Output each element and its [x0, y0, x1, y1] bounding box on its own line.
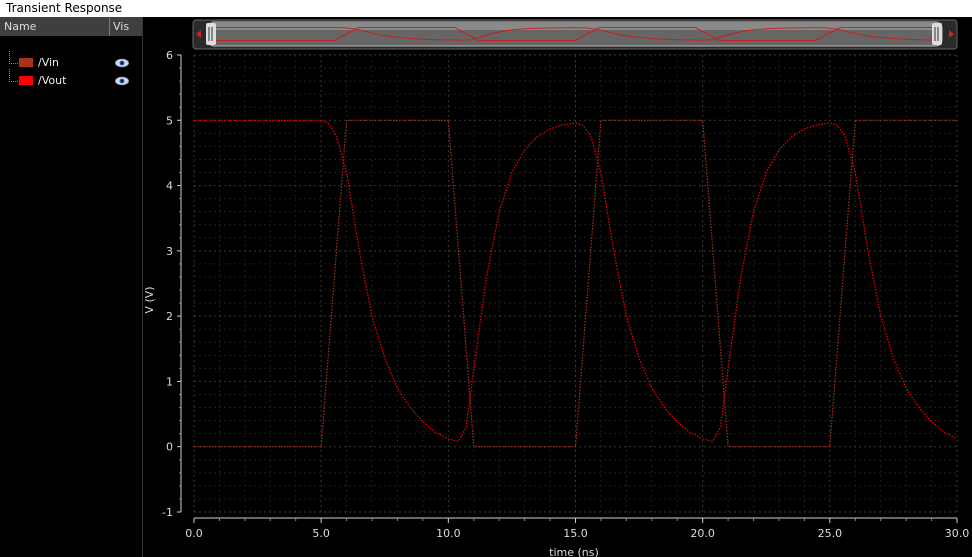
tree-connector [9, 51, 18, 64]
legend-item-label: /Vout [38, 74, 67, 87]
x-tick-label: 5.0 [312, 527, 330, 540]
legend-item-vout[interactable]: /Vout [0, 69, 142, 89]
y-tick-label: -1 [162, 506, 173, 519]
legend-name-column-header[interactable]: Name [4, 20, 36, 33]
legend-header: Name Vis [0, 17, 142, 36]
y-tick-label: 5 [166, 114, 173, 127]
navigator-left-handle[interactable] [206, 23, 216, 45]
x-axis-label: time (ns) [549, 546, 599, 557]
legend-panel: Name Vis /Vin /Vout [0, 17, 143, 557]
x-tick-label: 10.0 [436, 527, 461, 540]
eye-icon[interactable] [115, 76, 129, 86]
series-line-vin[interactable] [194, 119, 957, 448]
plot-axes: -1 0 1 2 3 4 5 6 0.0 5.0 10.0 15.0 20.0 25.0 30.0 [162, 49, 969, 540]
vout-color-swatch [19, 76, 33, 85]
window-title: Transient Response [0, 0, 972, 17]
y-tick-label: 4 [166, 180, 173, 193]
legend-vis-column-header[interactable]: Vis [109, 17, 129, 36]
x-tick-label: 15.0 [563, 527, 588, 540]
eye-icon[interactable] [115, 58, 129, 68]
plot-series [194, 119, 958, 448]
y-axis-label: V (V) [144, 286, 156, 313]
vin-color-swatch [19, 58, 33, 67]
x-tick-label: 25.0 [818, 527, 843, 540]
y-tick-label: 1 [166, 375, 173, 388]
y-tick-label: 0 [166, 441, 173, 454]
legend-item-label: /Vin [38, 56, 60, 69]
x-tick-label: 30.0 [945, 527, 970, 540]
tree-connector [9, 69, 18, 82]
y-tick-label: 3 [166, 245, 173, 258]
x-tick-label: 0.0 [185, 527, 203, 540]
overview-navigator[interactable] [192, 19, 958, 50]
y-tick-label: 2 [166, 310, 173, 323]
legend-item-vin[interactable]: /Vin [0, 51, 142, 71]
waveform-plot[interactable]: -1 0 1 2 3 4 5 6 0.0 5.0 10.0 15.0 20.0 25.0 30.0 V (V… [144, 17, 972, 557]
y-tick-label: 6 [166, 49, 173, 62]
navigator-right-handle[interactable] [932, 23, 942, 45]
x-tick-label: 20.0 [690, 527, 715, 540]
